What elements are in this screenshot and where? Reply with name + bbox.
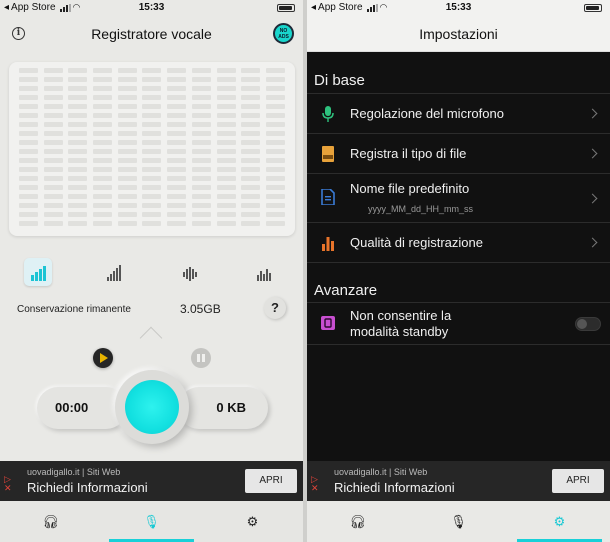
elapsed-time: 00:00 xyxy=(37,387,127,429)
section-divider xyxy=(307,344,610,345)
ad-banner[interactable]: ▷ ✕ uovadigallo.it | Siti Web Richiedi In… xyxy=(307,461,610,501)
tab-recordings[interactable]: 🎧︎ xyxy=(0,501,101,542)
visualizer-column xyxy=(43,68,63,230)
waveform-icon[interactable] xyxy=(176,258,204,286)
standby-toggle[interactable] xyxy=(575,317,601,331)
ad-open-button[interactable]: APRI xyxy=(245,469,297,493)
visualizer-column xyxy=(167,68,187,230)
section-divider xyxy=(307,262,610,263)
visualizer-column xyxy=(93,68,113,230)
status-time: 15:33 xyxy=(138,2,165,13)
gear-icon: ⚙ xyxy=(246,513,259,529)
headphones-icon: 🎧︎ xyxy=(349,513,366,529)
chevron-right-icon xyxy=(587,108,598,119)
visualizer-column xyxy=(265,68,285,230)
settings-item-filename[interactable]: Nome file predefinito yyyy_MM_dd_HH_mm_s… xyxy=(307,173,610,222)
settings-item-label: Qualità di registrazione xyxy=(350,235,483,250)
chevron-up-icon[interactable] xyxy=(139,326,163,350)
tab-recorder[interactable]: 🎙︎ xyxy=(101,501,202,542)
signal-bars-icon[interactable] xyxy=(100,258,128,286)
visualizer-column xyxy=(68,68,88,230)
settings-item-label: Nome file predefinito xyxy=(350,181,470,196)
section-basic: Di base xyxy=(314,72,365,89)
tab-settings[interactable]: ⚙ xyxy=(202,501,303,542)
section-advanced: Avanzare xyxy=(314,282,378,299)
microphone-icon: 🎙︎ xyxy=(450,513,467,529)
chevron-right-icon xyxy=(587,193,598,204)
tab-bar: 🎧︎ 🎙︎ ⚙ xyxy=(307,501,610,542)
visualizer-mode-selector xyxy=(14,258,289,288)
audio-visualizer xyxy=(9,62,295,236)
battery-icon xyxy=(277,4,295,12)
settings-item-label: Regolazione del microfono xyxy=(350,106,504,121)
chevron-right-icon xyxy=(587,237,598,248)
standby-icon xyxy=(321,316,335,330)
storage-label: Conservazione rimanente xyxy=(17,304,131,315)
ad-banner[interactable]: ▷ ✕ uovadigallo.it | Siti Web Richiedi In… xyxy=(0,461,303,501)
page-title: Registratore vocale xyxy=(91,26,212,42)
battery-icon xyxy=(584,4,602,12)
tab-settings[interactable]: ⚙ xyxy=(509,501,610,542)
ad-headline: Richiedi Informazioni xyxy=(27,480,148,495)
status-bar: ◂ App Store ◠ 15:33 xyxy=(307,0,610,16)
microphone-icon: 🎙︎ xyxy=(143,513,160,529)
visualizer-column xyxy=(142,68,162,230)
tab-recordings[interactable]: 🎧︎ xyxy=(307,501,408,542)
bar-chart-icon xyxy=(322,237,334,251)
no-ads-label: NO ADS xyxy=(278,28,289,40)
no-ads-button[interactable]: NO ADS xyxy=(273,23,294,44)
chevron-right-icon xyxy=(587,148,598,159)
settings-item-quality[interactable]: Qualità di registrazione xyxy=(307,222,610,262)
pause-button[interactable] xyxy=(191,348,211,368)
standby-label-line1: Non consentire la xyxy=(350,308,452,323)
recorder-screen: ◂ App Store ◠ 15:33 i Registratore vocal… xyxy=(0,0,303,542)
tab-recorder[interactable]: 🎙︎ xyxy=(408,501,509,542)
help-button[interactable]: ? xyxy=(264,297,286,319)
record-button[interactable] xyxy=(125,380,179,434)
ad-choices-icon[interactable]: ▷ ✕ xyxy=(311,475,319,493)
spectrum-icon[interactable] xyxy=(250,258,278,286)
storage-value: 3.05GB xyxy=(180,302,221,316)
play-button[interactable] xyxy=(93,348,113,368)
ad-headline: Richiedi Informazioni xyxy=(334,480,455,495)
document-icon xyxy=(321,189,335,205)
settings-screen: ◂ App Store ◠ 15:33 Impostazioni Di base… xyxy=(307,0,610,542)
tab-bar: 🎧︎ 🎙︎ ⚙ xyxy=(0,501,303,542)
visualizer-column xyxy=(241,68,261,230)
status-time: 15:33 xyxy=(445,2,472,13)
headphones-icon: 🎧︎ xyxy=(42,513,59,529)
ad-choices-icon[interactable]: ▷ ✕ xyxy=(4,475,12,493)
ad-site: uovadigallo.it | Siti Web xyxy=(27,467,121,477)
status-bar: ◂ App Store ◠ 15:33 xyxy=(0,0,303,16)
visualizer-column xyxy=(19,68,38,230)
page-title: Impostazioni xyxy=(307,16,610,52)
settings-item-sublabel: yyyy_MM_dd_HH_mm_ss xyxy=(368,204,474,214)
visualizer-column xyxy=(117,68,137,230)
level-bars-icon[interactable] xyxy=(24,258,52,286)
settings-item-label: Registra il tipo di file xyxy=(350,146,467,161)
settings-item-microphone[interactable]: Regolazione del microfono xyxy=(307,93,610,133)
settings-item-file-type[interactable]: Registra il tipo di file xyxy=(307,133,610,173)
standby-label-line2: modalità standby xyxy=(350,324,449,339)
visualizer-column xyxy=(191,68,211,230)
microphone-icon xyxy=(322,106,334,122)
file-type-icon xyxy=(322,146,334,162)
gear-icon: ⚙ xyxy=(553,513,566,529)
ad-open-button[interactable]: APRI xyxy=(552,469,604,493)
ad-site: uovadigallo.it | Siti Web xyxy=(334,467,428,477)
file-size: 0 KB xyxy=(178,387,268,429)
settings-item-standby: Non consentire la modalità standby xyxy=(307,302,610,344)
visualizer-column xyxy=(216,68,236,230)
recorder-header: i Registratore vocale NO ADS xyxy=(0,16,303,52)
